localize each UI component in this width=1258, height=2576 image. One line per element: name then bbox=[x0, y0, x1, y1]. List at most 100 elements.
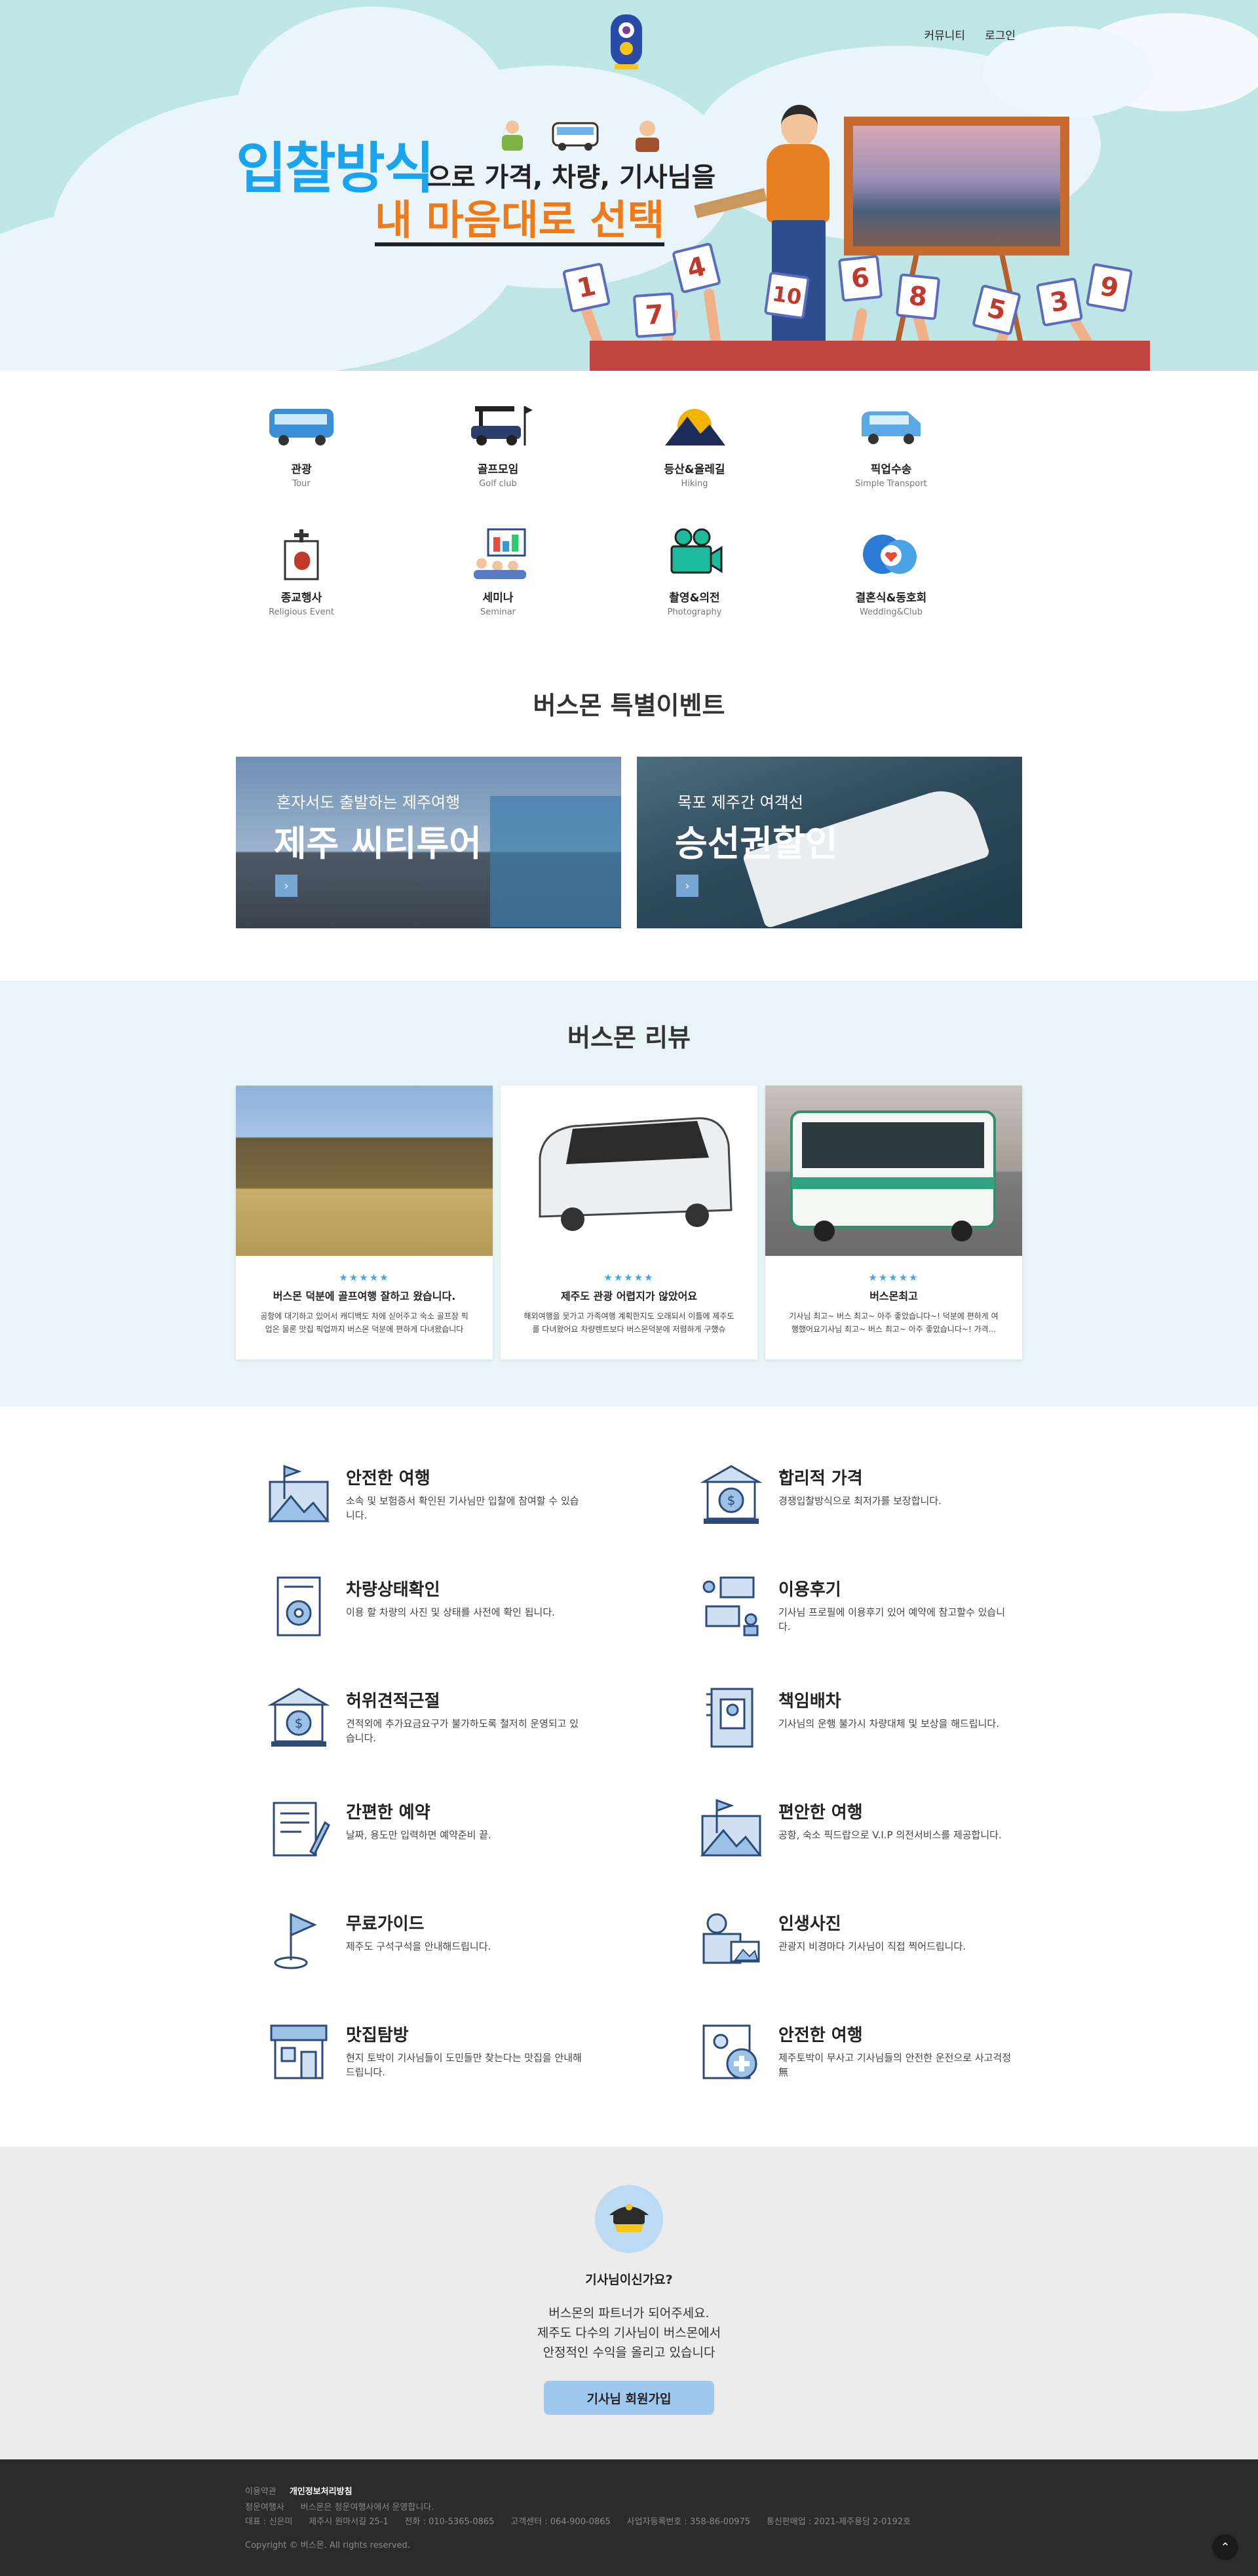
seminar-icon bbox=[474, 528, 526, 579]
feature-description: 기사님 프로필에 이용후기 있어 예약에 참고할수 있습니다. bbox=[778, 1606, 1006, 1633]
feature-title: 안전한 여행 bbox=[346, 1469, 430, 1488]
van-icon bbox=[862, 411, 921, 444]
star-rating-icon: ★★★★★ bbox=[868, 1272, 919, 1283]
feature-description: 날짜, 용도만 입력하면 예약준비 끝. bbox=[346, 1829, 491, 1841]
bid-card: 9 bbox=[1085, 263, 1134, 313]
copyright: Copyright © 버스몬. All rights reserved. bbox=[245, 2541, 410, 2550]
hero-title-highlight: 입찰방식 bbox=[236, 136, 434, 200]
scroll-top-button[interactable]: ⌃ bbox=[1212, 2534, 1238, 2560]
feature-description: 소속 및 보험증서 확인된 기사님만 입찰에 참여할 수 있습니다. bbox=[346, 1495, 579, 1521]
category-name: 등산&올레길 bbox=[664, 463, 725, 476]
feature-description: 관광지 비경마다 기사님이 직접 찍어드립니다. bbox=[778, 1941, 966, 1952]
footer: 이용약관 개인정보처리방침 청운여행사 버스몬은 청운여행사에서 운영합니다. … bbox=[0, 2459, 1258, 2576]
feature-description: 제주토박이 무사고 기사님들의 안전한 운전으로 사고걱정 無 bbox=[778, 2052, 1012, 2078]
driver-question: 기사님이신가요? bbox=[585, 2273, 673, 2287]
review-title: 제주도 관광 어렵지가 않았어요 bbox=[560, 1290, 698, 1302]
feature-item: 맛집탐방 현지 토박이 기사님들이 도민들만 찾는다는 맛집을 안내해드립니다. bbox=[265, 2019, 605, 2091]
feature-description: 현지 토박이 기사님들이 도민들만 찾는다는 맛집을 안내해드립니다. bbox=[346, 2052, 582, 2078]
company-name: 청운여행사 bbox=[245, 2503, 284, 2512]
review-image-city-bus bbox=[765, 1086, 1022, 1256]
flag-map-icon bbox=[267, 1464, 330, 1523]
category-sub: Simple Transport bbox=[855, 479, 927, 489]
category-name: 종교행사 bbox=[280, 592, 322, 605]
video-camera-icon bbox=[702, 1913, 760, 1964]
review-card[interactable]: ★★★★★ 버스몬 덕분에 골프여행 잘하고 왔습니다. 공항에 대기하고 있어… bbox=[236, 1086, 493, 1359]
category-golf[interactable]: 골프모임 Golf club bbox=[432, 400, 563, 489]
medical-profile-icon bbox=[702, 2024, 757, 2079]
feature-description: 경쟁입찰방식으로 최저가를 보장합니다. bbox=[778, 1495, 942, 1507]
svg-text:$: $ bbox=[727, 1492, 736, 1508]
bid-card: 6 bbox=[837, 254, 883, 303]
review-text: 공항에 대기하고 있어서 캐디백도 차에 싣어주고 숙소 골프장 픽업은 물론 … bbox=[260, 1312, 468, 1334]
event-card-ferry[interactable]: 목포 제주간 여객선 승선권할인 › bbox=[637, 757, 1022, 928]
category-sub: Wedding&Club bbox=[859, 607, 923, 617]
bid-card: 7 bbox=[632, 292, 677, 339]
star-rating-icon: ★★★★★ bbox=[603, 1272, 655, 1283]
feature-item: 편안한 여행 공항, 숙소 픽드랍으로 V.I.P 의전서비스를 제공합니다. bbox=[697, 1796, 1038, 1868]
heart-people-icon bbox=[863, 535, 917, 574]
event-subtitle: 목포 제주간 여객선 bbox=[677, 793, 803, 812]
login-link[interactable]: 로그인 bbox=[985, 26, 1016, 43]
category-name: 세미나 bbox=[482, 592, 514, 605]
footer-links: 이용약관 개인정보처리방침 bbox=[245, 2484, 353, 2497]
category-seminar[interactable]: 세미나 Seminar bbox=[432, 528, 563, 617]
community-link[interactable]: 커뮤니티 bbox=[924, 26, 966, 43]
bid-card: 4 bbox=[671, 242, 722, 294]
review-card[interactable]: ★★★★★ 버스몬최고 기사님 최고~ 버스 최고~ 아주 좋았습니다~! 덕분… bbox=[765, 1086, 1022, 1359]
chevron-right-icon[interactable]: › bbox=[275, 875, 297, 897]
feature-description: 기사님의 운행 불가시 차량대체 및 보상을 해드립니다. bbox=[778, 1718, 999, 1730]
feature-item: 무료가이드 제주도 구석구석을 안내해드립니다. bbox=[265, 1908, 605, 1980]
review-card[interactable]: ★★★★★ 제주도 관광 어렵지가 않았어요 해외여행을 못가고 가족여행 계획… bbox=[501, 1086, 757, 1359]
flag-map-icon bbox=[700, 1798, 763, 1857]
event-card-city-tour[interactable]: 혼자서도 출발하는 제주여행 제주 씨티투어 › bbox=[236, 757, 621, 928]
category-hiking[interactable]: 등산&올레길 Hiking bbox=[629, 400, 760, 489]
category-sub: Tour bbox=[292, 479, 311, 489]
footer-company: 청운여행사 버스몬은 청운여행사에서 운영합니다. bbox=[245, 2500, 434, 2512]
flag-pin-icon bbox=[274, 1912, 317, 1969]
event-subtitle: 혼자서도 출발하는 제주여행 bbox=[276, 793, 461, 812]
hero-banner: 커뮤니티 로그인 입찰방식 으로 가격, 차량, 기사님을 내 마음대로 선택 bbox=[0, 0, 1258, 371]
feature-title: 편안한 여행 bbox=[778, 1803, 863, 1823]
category-photography[interactable]: 촬영&의전 Photography bbox=[629, 528, 760, 617]
store-icon bbox=[270, 2024, 328, 2079]
bus-icon bbox=[552, 122, 599, 151]
feature-item: 인생사진관광지 비경마다 기사님이 직접 찍어드립니다. bbox=[697, 1908, 1038, 1980]
category-religious[interactable]: 종교행사 Religious Event bbox=[236, 528, 367, 617]
church-icon bbox=[284, 529, 319, 580]
driver-line: 안정적인 수익을 올리고 있습니다 bbox=[543, 2345, 715, 2360]
feature-title: 차량상태확인 bbox=[346, 1580, 440, 1600]
tour-bus-icon bbox=[269, 409, 334, 445]
category-name: 관광 bbox=[291, 463, 312, 476]
privacy-link[interactable]: 개인정보처리방침 bbox=[290, 2484, 353, 2497]
chevron-right-icon[interactable]: › bbox=[676, 875, 698, 897]
driver-avatar-icon bbox=[595, 2185, 663, 2253]
feature-item: 이용후기 기사님 프로필에 이용후기 있어 예약에 참고할수 있습니다. bbox=[697, 1574, 1038, 1646]
category-name: 촬영&의전 bbox=[669, 592, 720, 605]
driver-icon bbox=[636, 121, 659, 152]
feature-description: 제주도 구석구석을 안내해드립니다. bbox=[346, 1941, 491, 1952]
feature-title: 허위견적근절 bbox=[346, 1692, 440, 1711]
driver-signup-button[interactable]: 기사님 회원가입 bbox=[544, 2381, 714, 2415]
hero-title-rest: 으로 가격, 차량, 기사님을 bbox=[427, 162, 716, 193]
auctioneer-body bbox=[767, 144, 829, 223]
svg-text:$: $ bbox=[295, 1715, 303, 1731]
category-sub: Religious Event bbox=[269, 607, 334, 617]
category-transport[interactable]: 픽업수송 Simple Transport bbox=[826, 400, 957, 489]
document-gear-icon bbox=[276, 1576, 321, 1637]
busmon-logo[interactable] bbox=[607, 12, 646, 72]
reviews-section: 버스몬 리뷰 ★★★★★ 버스몬 덕분에 골프여행 잘하고 왔습니다. 공항에 … bbox=[0, 981, 1258, 1407]
feature-title: 인생사진 bbox=[778, 1914, 841, 1934]
review-text: 기사님 최고~ 버스 최고~ 아주 좋았습니다~! 덕분에 편하게 여행했어요기… bbox=[789, 1312, 999, 1334]
bid-card: 10 bbox=[763, 271, 810, 320]
event-title: 승선권할인 bbox=[675, 823, 838, 864]
bank-dollar-icon: $ bbox=[267, 1688, 330, 1747]
category-wedding[interactable]: 결혼식&동호회 Wedding&Club bbox=[826, 528, 957, 617]
terms-link[interactable]: 이용약관 bbox=[245, 2484, 276, 2497]
feature-item: $ 허위견적근절 견적외에 추가요금요구가 불가하도록 철저히 운영되고 있습니다. bbox=[265, 1685, 605, 1757]
feature-title: 책임배차 bbox=[778, 1692, 841, 1711]
review-text: 해외여행을 못가고 가족여행 계획한지도 오래되서 이틀에 제주도를 다녀왔어요… bbox=[524, 1312, 734, 1334]
page: 커뮤니티 로그인 입찰방식 으로 가격, 차량, 기사님을 내 마음대로 선택 bbox=[0, 0, 1258, 2576]
golf-cart-icon bbox=[471, 406, 533, 445]
review-title: 버스몬최고 bbox=[869, 1290, 918, 1302]
category-tour[interactable]: 관광 Tour bbox=[236, 400, 367, 489]
